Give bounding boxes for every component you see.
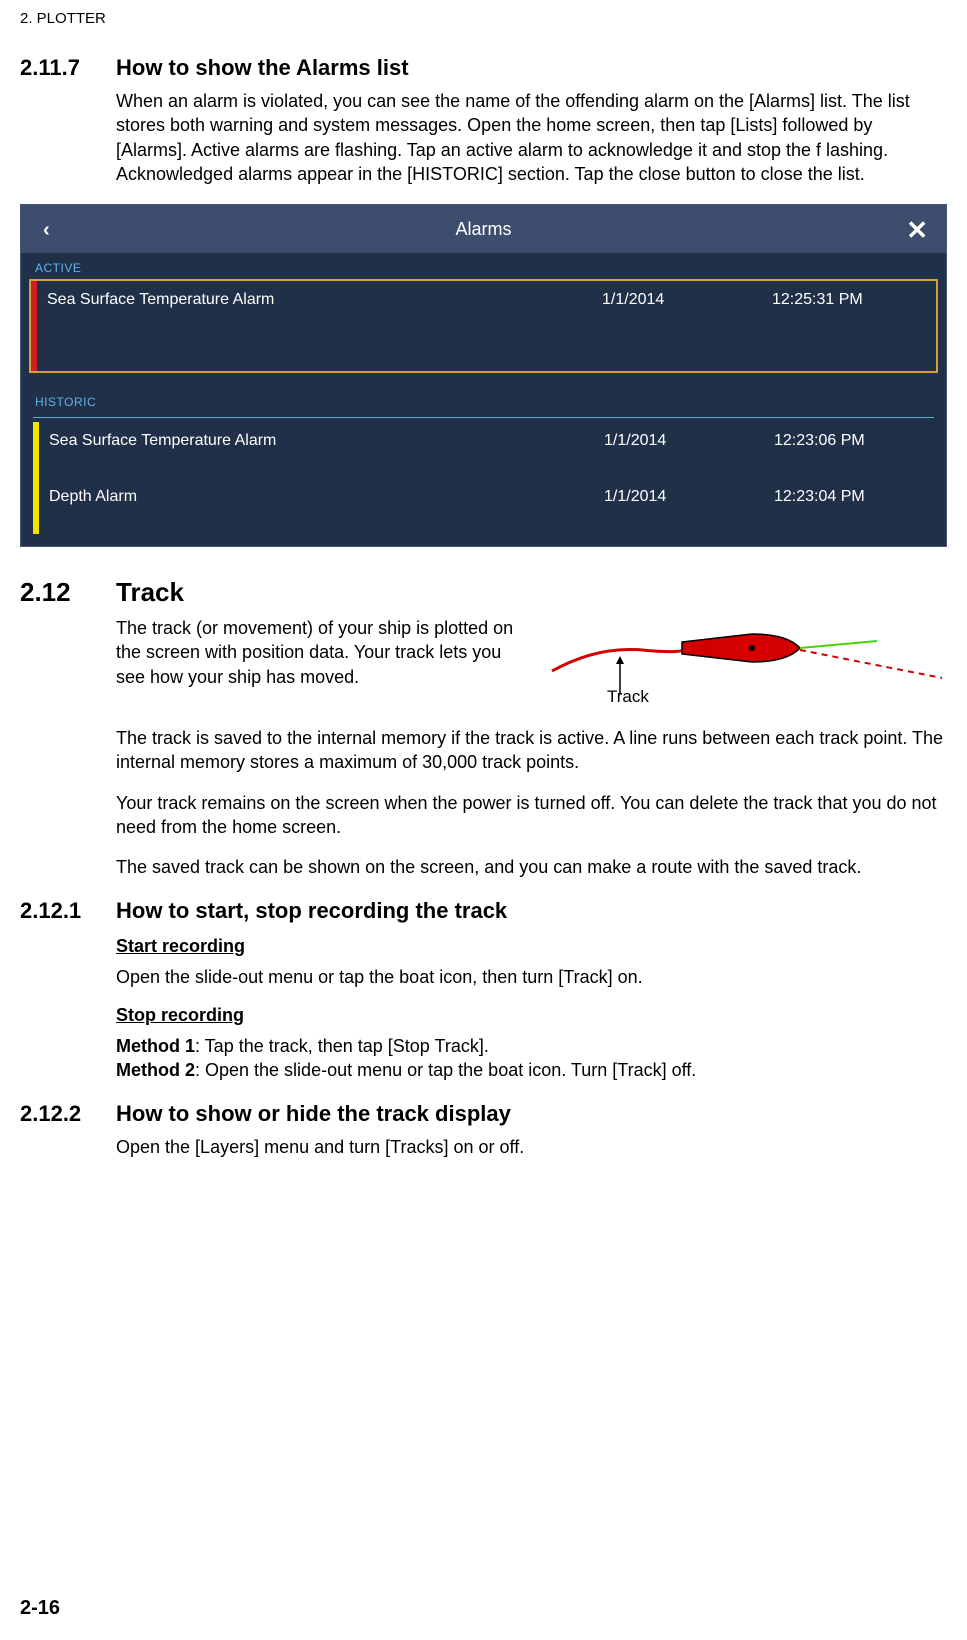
paragraph-text: When an alarm is violated, you can see t…: [116, 89, 947, 186]
alarms-title: Alarms: [455, 219, 511, 240]
alarm-date: 1/1/2014: [602, 281, 772, 319]
table-row: Sea Surface Temperature Alarm 1/1/2014 1…: [31, 281, 936, 371]
heading-title: How to start, stop recording the track: [116, 898, 947, 924]
paragraph: When an alarm is violated, you can see t…: [116, 89, 947, 186]
alarm-time: 12:23:04 PM: [774, 478, 934, 516]
alarm-name: Sea Surface Temperature Alarm: [49, 422, 604, 460]
heading-2-11-7: 2.11.7 How to show the Alarms list: [20, 55, 947, 81]
figure-caption: Track: [607, 686, 649, 709]
table-row[interactable]: Depth Alarm 1/1/2014 12:23:04 PM: [21, 478, 946, 534]
boat-icon: [547, 616, 947, 726]
paragraph-text: Open the slide-out menu or tap the boat …: [116, 965, 947, 989]
method-body: : Open the slide-out menu or tap the boa…: [195, 1060, 696, 1080]
severity-stripe-icon: [33, 422, 39, 478]
heading-number: 2.12.1: [20, 898, 116, 924]
heading-number: 2.12: [20, 577, 116, 608]
method-label: Method 1: [116, 1036, 195, 1056]
track-figure: Track: [547, 616, 947, 726]
close-icon[interactable]: ✕: [906, 215, 928, 246]
paragraph: Open the [Layers] menu and turn [Tracks]…: [116, 1135, 947, 1159]
section-label-historic: HISTORIC: [21, 387, 946, 413]
heading-title: How to show the Alarms list: [116, 55, 947, 81]
paragraph-text: Open the [Layers] menu and turn [Tracks]…: [116, 1135, 947, 1159]
paragraph-block: The track (or movement) of your ship is …: [116, 616, 947, 879]
alarm-name: Sea Surface Temperature Alarm: [47, 281, 602, 319]
heading-2-12-2: 2.12.2 How to show or hide the track dis…: [20, 1101, 947, 1127]
alarm-time: 12:25:31 PM: [772, 281, 932, 319]
heading-2-12-1: 2.12.1 How to start, stop recording the …: [20, 898, 947, 924]
heading-2-12: 2.12 Track: [20, 577, 947, 608]
divider: [33, 417, 934, 418]
alarms-list-figure: ‹ Alarms ✕ ACTIVE Sea Surface Temperatur…: [20, 204, 947, 547]
alarm-name: Depth Alarm: [49, 478, 604, 516]
heading-title: How to show or hide the track display: [116, 1101, 947, 1127]
method-label: Method 2: [116, 1060, 195, 1080]
heading-number: 2.11.7: [20, 55, 116, 81]
paragraph-text: The saved track can be shown on the scre…: [116, 855, 947, 879]
paragraph-text: Method 1: Tap the track, then tap [Stop …: [116, 1034, 947, 1058]
running-header: 2. PLOTTER: [20, 10, 947, 27]
alarm-date: 1/1/2014: [604, 478, 774, 516]
paragraph-text: The track is saved to the internal memor…: [116, 726, 947, 775]
alarms-header-bar: ‹ Alarms ✕: [21, 205, 946, 253]
back-icon[interactable]: ‹: [43, 219, 50, 242]
method-body: : Tap the track, then tap [Stop Track].: [195, 1036, 489, 1056]
section-label-active: ACTIVE: [21, 253, 946, 279]
paragraph-text: Your track remains on the screen when th…: [116, 791, 947, 840]
table-row[interactable]: Sea Surface Temperature Alarm 1/1/2014 1…: [21, 422, 946, 478]
heading-title: Track: [116, 577, 947, 608]
severity-stripe-icon: [33, 478, 39, 534]
subheading-stop-recording: Stop recording: [116, 1005, 947, 1026]
paragraph: Open the slide-out menu or tap the boat …: [116, 965, 947, 989]
severity-stripe-icon: [31, 281, 37, 371]
alarm-date: 1/1/2014: [604, 422, 774, 460]
page-number: 2-16: [20, 1597, 60, 1620]
heading-number: 2.12.2: [20, 1101, 116, 1127]
active-alarm-frame[interactable]: Sea Surface Temperature Alarm 1/1/2014 1…: [29, 279, 938, 373]
alarms-body: ACTIVE Sea Surface Temperature Alarm 1/1…: [21, 253, 946, 546]
paragraph: Method 1: Tap the track, then tap [Stop …: [116, 1034, 947, 1083]
subheading-start-recording: Start recording: [116, 936, 947, 957]
paragraph-text: The track (or movement) of your ship is …: [116, 616, 517, 689]
alarm-time: 12:23:06 PM: [774, 422, 934, 460]
paragraph-text: Method 2: Open the slide-out menu or tap…: [116, 1058, 947, 1082]
